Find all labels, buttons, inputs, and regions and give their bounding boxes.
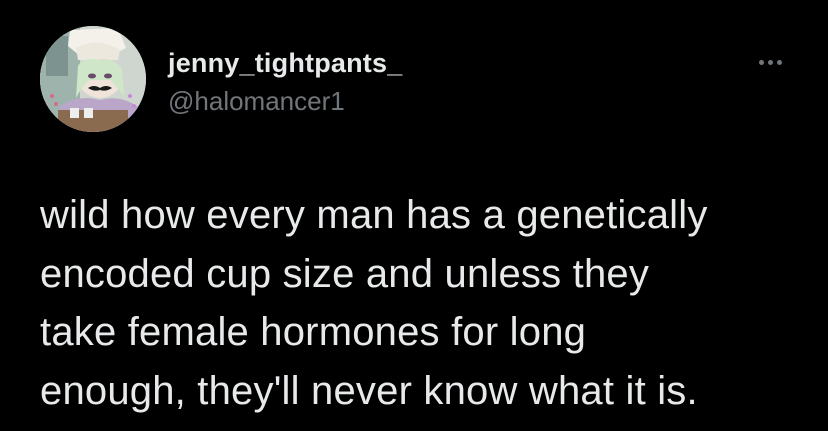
tweet-text-line: enough, they'll never know what it is. bbox=[40, 368, 698, 413]
tweet-text-line: take female hormones for long bbox=[40, 310, 587, 354]
avatar-illustration bbox=[40, 26, 146, 132]
tweet-card: jenny_tightpants_ @halomancer1 wild how … bbox=[0, 0, 828, 431]
display-name[interactable]: jenny_tightpants_ bbox=[168, 48, 402, 79]
tweet-text-line: encoded cup size and unless they bbox=[40, 251, 650, 296]
more-horizontal-icon bbox=[757, 59, 784, 65]
more-options-button[interactable] bbox=[752, 50, 788, 74]
user-handle[interactable]: @halomancer1 bbox=[168, 86, 345, 117]
tweet-text: wild how every man has a genetically enc… bbox=[40, 186, 800, 420]
tweet-text-line: wild how every man has a genetically bbox=[40, 193, 708, 237]
avatar[interactable] bbox=[40, 26, 146, 132]
